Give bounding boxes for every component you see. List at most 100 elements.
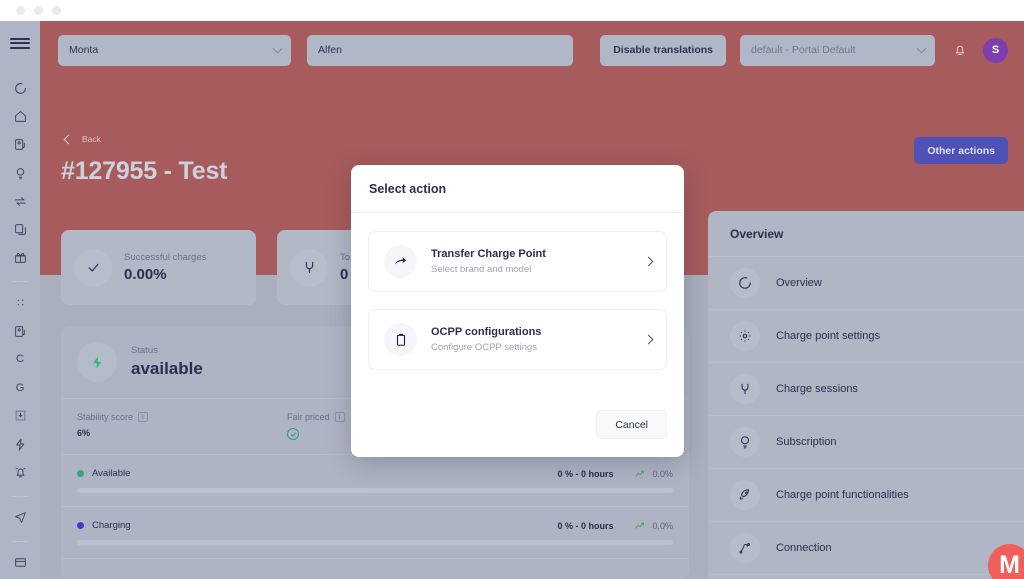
sidebar-item-overview[interactable]: Overview	[708, 257, 1024, 310]
window-maximize-dot[interactable]	[52, 6, 61, 15]
sidebar-item-label: Charge point settings	[776, 330, 880, 342]
connection-icon	[730, 533, 760, 563]
select-action-modal: Select action Transfer Charge Point Sele…	[351, 165, 684, 457]
status-bullet-available	[77, 470, 84, 477]
metric-label: Stability score	[77, 412, 134, 422]
org-select[interactable]: Monta	[58, 34, 291, 66]
transfer-arrow-icon	[384, 245, 417, 278]
sidebar-item-documents[interactable]	[5, 218, 35, 241]
info-icon[interactable]: i	[138, 412, 149, 422]
loader-circle-icon	[730, 268, 760, 298]
overview-panel: Overview Overview Charge point settings …	[708, 211, 1024, 579]
chevron-down-icon	[272, 43, 283, 54]
sidebar-item-charge-sessions[interactable]: Charge sessions	[708, 363, 1024, 416]
action-transfer-charge-point[interactable]: Transfer Charge Point Select brand and m…	[368, 231, 667, 292]
chevron-right-icon	[643, 334, 654, 345]
trend-up-icon	[635, 522, 645, 529]
app-window: C G Monta Alfen Disable translations def…	[0, 0, 1024, 579]
sidebar-item-connection[interactable]: Connection	[708, 522, 1024, 575]
monta-logo-badge[interactable]: M	[988, 544, 1024, 579]
plug-icon	[290, 248, 328, 287]
gear-icon	[730, 321, 760, 351]
portal-select[interactable]: default - Portal Default	[740, 34, 935, 66]
sidebar-item-insights[interactable]	[5, 162, 35, 185]
sidebar-item-charge-point-functionalities[interactable]: Charge point functionalities	[708, 469, 1024, 522]
action-title: OCPP configurations	[431, 326, 542, 338]
sidebar-item-apps[interactable]	[5, 291, 35, 314]
status-bullet-charging	[77, 522, 84, 529]
bulb-icon	[730, 427, 760, 457]
metric-label: Fair priced	[287, 412, 330, 422]
sidebar-item-label: Charge sessions	[776, 383, 858, 395]
plug-icon	[730, 374, 760, 404]
modal-title: Select action	[351, 165, 684, 213]
chevron-right-icon	[643, 256, 654, 267]
info-icon[interactable]: i	[334, 412, 345, 422]
rail-divider-2	[12, 495, 28, 497]
rocket-icon	[730, 480, 760, 510]
disable-translations-button[interactable]: Disable translations	[600, 34, 726, 66]
sidebar-item-label: Subscription	[776, 436, 837, 448]
sidebar-item-label: Connection	[776, 542, 832, 554]
stat-value: 0.00%	[124, 266, 167, 283]
row-label: Charging	[92, 520, 131, 531]
status-value: available	[131, 359, 203, 378]
sidebar-item-subscription[interactable]: Subscription	[708, 416, 1024, 469]
progress-bar	[77, 488, 673, 493]
action-title: Transfer Charge Point	[431, 248, 546, 260]
page-title: #127955 - Test	[61, 157, 228, 185]
back-label: Back	[82, 134, 101, 144]
action-subtitle: Select brand and model	[431, 264, 532, 275]
status-label: Status	[131, 345, 158, 356]
org-select-value: Monta	[69, 44, 99, 56]
table-row: Available 0 % - 0 hours 0.0%	[61, 455, 689, 507]
sidebar-item-label: Charge point functionalities	[776, 489, 909, 501]
hamburger-menu-icon[interactable]	[10, 38, 30, 49]
browser-chrome	[0, 0, 1024, 21]
other-actions-button[interactable]: Other actions	[914, 137, 1008, 164]
row-trend: 0.0%	[635, 521, 673, 531]
bolt-icon	[77, 342, 117, 382]
chevron-left-icon	[63, 134, 74, 144]
sidebar-item-charge-points[interactable]	[5, 133, 35, 156]
sidebar-item-alerts[interactable]	[5, 461, 35, 484]
stat-card-successful-charges: Successful charges 0.00%	[61, 230, 256, 305]
check-icon	[74, 248, 112, 287]
sidebar-item-sites[interactable]	[5, 320, 35, 343]
cancel-button[interactable]: Cancel	[596, 410, 667, 439]
window-close-dot[interactable]	[16, 6, 25, 15]
rail-divider	[12, 281, 28, 283]
sidebar-item-rewards[interactable]	[5, 246, 35, 269]
row-hours: 0 % - 0 hours	[557, 520, 614, 531]
clipboard-icon	[384, 323, 417, 356]
sidebar-item-downloads[interactable]	[5, 404, 35, 427]
metric-value: 6%	[77, 428, 91, 438]
sidebar-item-activity[interactable]	[5, 77, 35, 100]
sidebar-item-c-section[interactable]: C	[5, 348, 35, 371]
row-trend-value: 0.0%	[652, 468, 673, 479]
action-subtitle: Configure OCPP settings	[431, 342, 537, 353]
sidebar-item-messages[interactable]	[5, 506, 35, 529]
row-trend-value: 0.0%	[652, 520, 673, 531]
check-circle-icon	[287, 428, 299, 440]
sidebar-item-wallet[interactable]	[5, 551, 35, 574]
sidebar-item-transfers[interactable]	[5, 190, 35, 213]
brand-select[interactable]: Alfen	[307, 34, 573, 66]
sidebar-item-g-section[interactable]: G	[5, 376, 35, 399]
sidebar-item-home[interactable]	[5, 105, 35, 128]
stat-label: Successful charges	[124, 252, 207, 263]
stat-label: To	[340, 252, 351, 263]
rail-divider-3	[12, 540, 28, 542]
action-ocpp-configurations[interactable]: OCPP configurations Configure OCPP setti…	[368, 309, 667, 370]
window-minimize-dot[interactable]	[34, 6, 43, 15]
bell-icon[interactable]	[951, 41, 969, 59]
sidebar-item-power[interactable]	[5, 432, 35, 455]
sidebar-item-charge-point-settings[interactable]: Charge point settings	[708, 310, 1024, 363]
progress-bar	[77, 540, 673, 545]
left-nav-rail: C G	[0, 21, 40, 579]
row-label: Available	[92, 468, 131, 479]
stat-value: 0	[340, 266, 349, 283]
avatar[interactable]: S	[983, 37, 1008, 63]
back-link[interactable]: Back	[63, 134, 101, 144]
modal-body: Transfer Charge Point Select brand and m…	[351, 213, 684, 387]
